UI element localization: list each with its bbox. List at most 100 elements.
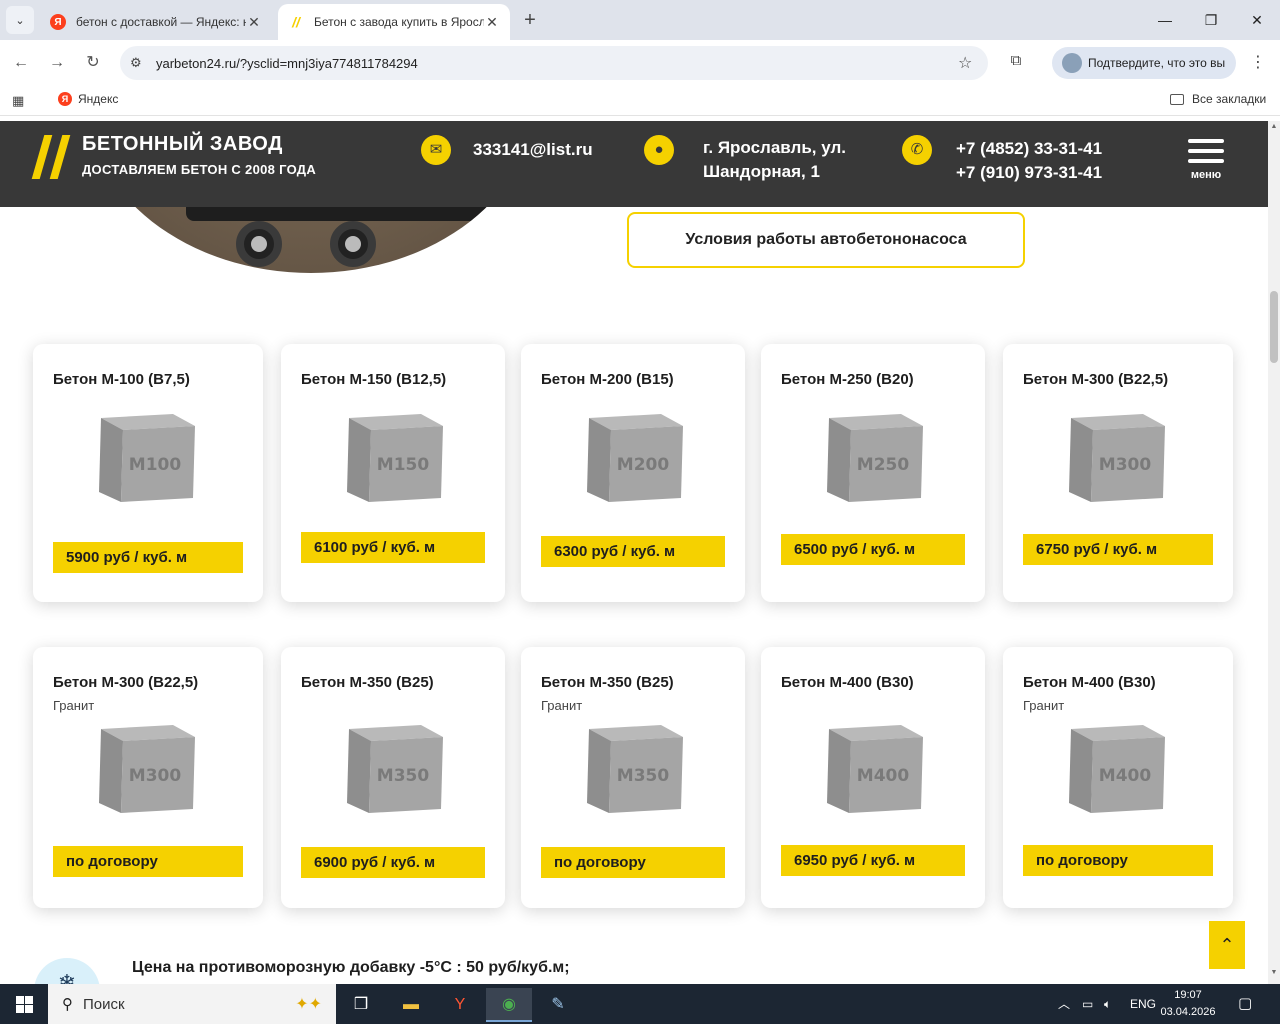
browser-tab-yandex[interactable]: Я бетон с доставкой — Яндекс: нашлось ✕	[40, 4, 272, 40]
concrete-cube-image: M300	[95, 719, 199, 815]
copilot-sparkle-icon: ✦✦	[295, 996, 322, 1013]
product-card[interactable]: Бетон М-200 (B15) M200 6300 руб / куб. м	[521, 344, 745, 602]
minimize-button[interactable]: —	[1142, 0, 1188, 40]
product-card[interactable]: Бетон М-400 (B30) Гранит M400 по договор…	[1003, 647, 1233, 908]
task-view-icon[interactable]: ❒	[338, 988, 384, 1022]
scroll-up-arrow-icon[interactable]: ▲	[1270, 123, 1278, 130]
paint-app-icon[interactable]: ✎	[535, 988, 581, 1022]
product-card[interactable]: Бетон М-250 (B20) M250 6500 руб / куб. м	[761, 344, 985, 602]
product-name: Бетон М-400 (B30)	[781, 674, 914, 691]
concrete-cube-image: M350	[343, 719, 447, 815]
notifications-icon[interactable]: ▢	[1238, 984, 1252, 1024]
svg-text:M350: M350	[377, 766, 430, 786]
logo-icon[interactable]	[31, 135, 72, 179]
avatar	[1062, 53, 1082, 73]
windows-taskbar: ⚲ Поиск ✦✦ ❒ ▬ Y ◉ ✎ ︿ ▭ 🔈︎ ENG 19:07 03…	[0, 984, 1280, 1024]
back-arrow-icon[interactable]: ←	[8, 50, 34, 76]
product-price: 6900 руб / куб. м	[301, 847, 485, 878]
brand-title[interactable]: БЕТОННЫЙ ЗАВОД	[82, 133, 283, 156]
chrome-icon[interactable]: ◉	[486, 988, 532, 1022]
product-price: по договору	[1023, 845, 1213, 876]
product-card[interactable]: Бетон М-150 (B12,5) M150 6100 руб / куб.…	[281, 344, 505, 602]
svg-text:M350: M350	[617, 766, 670, 786]
yandex-browser-icon[interactable]: Y	[437, 988, 483, 1022]
product-name: Бетон М-300 (B22,5)	[53, 674, 199, 691]
yandex-favicon-icon: Я	[50, 14, 66, 30]
product-card[interactable]: Бетон М-400 (B30) M400 6950 руб / куб. м	[761, 647, 985, 908]
concrete-cube-image: M400	[823, 719, 927, 815]
tab-title: бетон с доставкой — Яндекс: нашлось	[76, 15, 246, 29]
phone-icon: ✆	[902, 135, 932, 165]
scrollbar-thumb[interactable]	[1270, 291, 1278, 363]
header-phones: +7 (4852) 33-31-41 +7 (910) 973-31-41	[956, 137, 1102, 185]
product-material: Гранит	[541, 698, 583, 713]
reload-icon[interactable]: ↻	[80, 50, 106, 76]
yandex-favicon-icon: Я	[58, 92, 72, 106]
product-card[interactable]: Бетон М-300 (B22,5) M300 6750 руб / куб.…	[1003, 344, 1233, 602]
snowflake-icon: ❄	[34, 958, 100, 984]
svg-text:M200: M200	[617, 455, 670, 475]
profile-verify-button[interactable]: Подтвердите, что это вы	[1052, 47, 1236, 79]
new-tab-button[interactable]: +	[518, 8, 542, 32]
product-card[interactable]: Бетон М-350 (B25) Гранит M350 по договор…	[521, 647, 745, 908]
product-price: 6500 руб / куб. м	[781, 534, 965, 565]
extensions-icon[interactable]: ⧉	[1004, 52, 1028, 76]
product-name: Бетон М-100 (B7,5)	[53, 371, 190, 388]
phone-link-2[interactable]: +7 (910) 973-31-41	[956, 161, 1102, 185]
page-scrollbar[interactable]: ▲ ▼	[1268, 121, 1280, 984]
bookmark-yandex[interactable]: Я Яндекс	[58, 92, 118, 106]
svg-text:M400: M400	[857, 766, 910, 786]
profile-verify-label: Подтвердите, что это вы	[1088, 56, 1226, 70]
hamburger-icon	[1188, 139, 1224, 143]
bookmarks-bar: ▦ Я Яндекс Все закладки	[0, 86, 1280, 116]
url-text[interactable]: yarbeton24.ru/?ysclid=mnj3iya77481178429…	[156, 56, 958, 71]
language-indicator[interactable]: ENG	[1130, 984, 1156, 1024]
product-name: Бетон М-350 (B25)	[301, 674, 434, 691]
bookmark-label: Яндекс	[78, 92, 119, 106]
pump-conditions-button[interactable]: Условия работы автобетононасоса	[627, 212, 1025, 268]
restore-button[interactable]: ❐	[1188, 0, 1234, 40]
concrete-cube-image: M150	[343, 408, 447, 504]
scroll-to-top-button[interactable]: ⌃	[1209, 921, 1245, 969]
browser-menu-icon[interactable]: ⋮	[1246, 52, 1270, 76]
apps-grid-icon[interactable]: ▦	[12, 93, 24, 109]
menu-button[interactable]: меню	[1188, 139, 1224, 181]
address-line-2: Шандорная, 1	[703, 162, 820, 181]
all-bookmarks-button[interactable]: Все закладки	[1170, 92, 1266, 106]
folder-icon	[1170, 93, 1184, 105]
product-price: по договору	[53, 846, 243, 877]
close-tab-icon[interactable]: ✕	[484, 14, 500, 31]
product-card[interactable]: Бетон М-100 (B7,5) M100 5900 руб / куб. …	[33, 344, 263, 602]
site-info-icon[interactable]: ⚙	[130, 55, 150, 71]
site-favicon-icon: //	[292, 14, 300, 30]
concrete-cube-image: M300	[1065, 408, 1169, 504]
product-name: Бетон М-400 (B30)	[1023, 674, 1156, 691]
network-icon[interactable]: ▭	[1082, 984, 1093, 1024]
svg-text:M300: M300	[129, 766, 182, 786]
tray-chevron-icon[interactable]: ︿	[1058, 984, 1070, 1024]
tab-search-dropdown[interactable]: ⌄	[6, 6, 34, 34]
phone-link-1[interactable]: +7 (4852) 33-31-41	[956, 137, 1102, 161]
product-card[interactable]: Бетон М-350 (B25) M350 6900 руб / куб. м	[281, 647, 505, 908]
windows-start-button[interactable]	[0, 984, 48, 1024]
forward-arrow-icon[interactable]: →	[44, 50, 70, 76]
browser-tab-beton[interactable]: // Бетон с завода купить в Ярославле ✕	[278, 4, 510, 40]
envelope-icon: ✉	[421, 135, 451, 165]
truck-wheel	[330, 221, 376, 267]
product-name: Бетон М-150 (B12,5)	[301, 371, 447, 388]
file-explorer-icon[interactable]: ▬	[388, 988, 434, 1022]
taskbar-clock[interactable]: 19:07 03.04.2026	[1158, 987, 1218, 1021]
svg-text:M100: M100	[129, 455, 182, 475]
all-bookmarks-label: Все закладки	[1192, 92, 1267, 106]
close-tab-icon[interactable]: ✕	[246, 14, 262, 31]
taskbar-search[interactable]: ⚲ Поиск ✦✦	[48, 984, 336, 1024]
close-window-button[interactable]: ✕	[1234, 0, 1280, 40]
concrete-cube-image: M100	[95, 408, 199, 504]
product-card[interactable]: Бетон М-300 (B22,5) Гранит M300 по догов…	[33, 647, 263, 908]
address-bar[interactable]: ⚙ yarbeton24.ru/?ysclid=mnj3iya774811784…	[120, 46, 988, 80]
volume-icon[interactable]: 🔈︎	[1104, 984, 1111, 1024]
scroll-down-arrow-icon[interactable]: ▼	[1270, 969, 1278, 976]
header-email-link[interactable]: 333141@list.ru	[473, 138, 593, 162]
svg-text:M150: M150	[377, 455, 430, 475]
bookmark-star-icon[interactable]: ☆	[958, 53, 988, 73]
